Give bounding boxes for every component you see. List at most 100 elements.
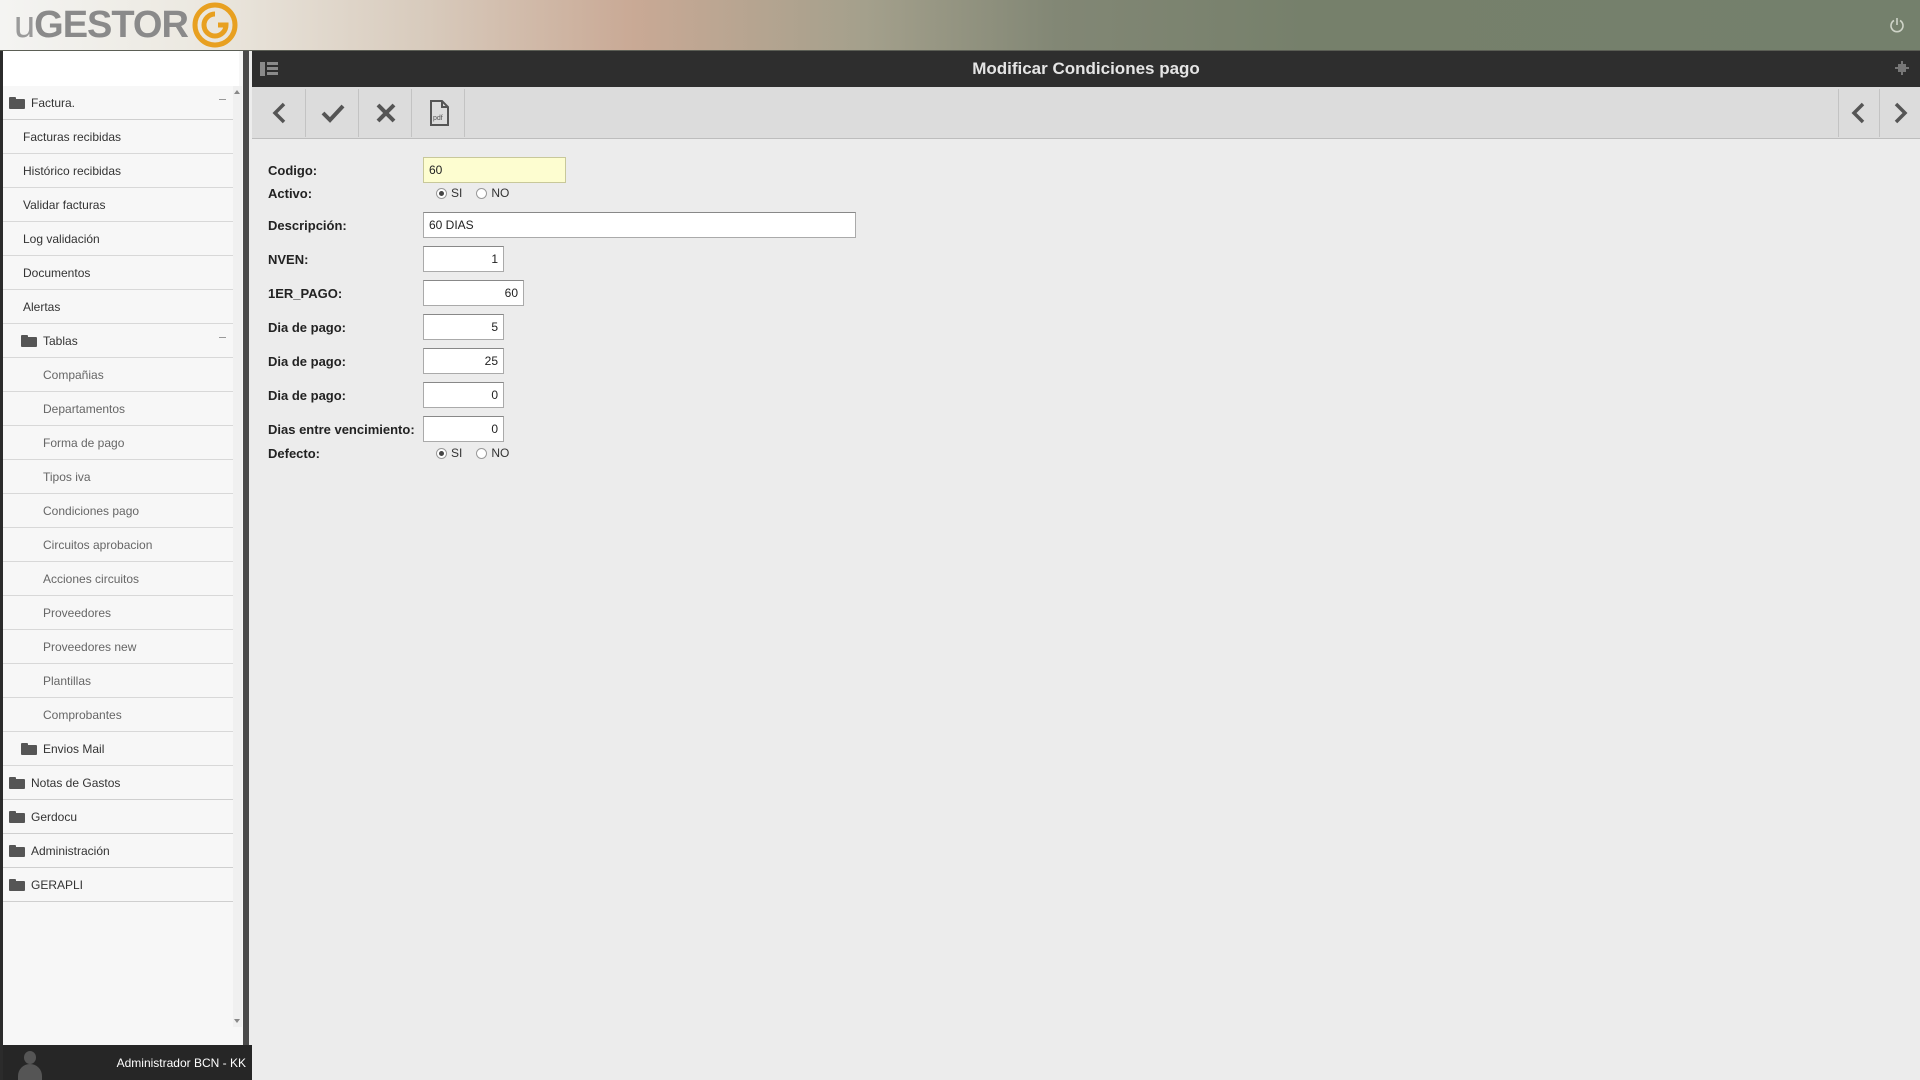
collapse-icon[interactable]: [219, 99, 226, 100]
sidebar-item-proveedores-new[interactable]: Proveedores new: [3, 630, 236, 664]
dias-entre-field[interactable]: [423, 416, 504, 442]
sidebar-item-companias[interactable]: Compañias: [3, 358, 236, 392]
sidebar-header: [3, 51, 239, 86]
cancel-button[interactable]: [360, 89, 412, 137]
codigo-field[interactable]: [423, 157, 566, 183]
folder-icon: [9, 878, 25, 891]
primer-pago-field[interactable]: [423, 280, 524, 306]
sidebar-item-factura[interactable]: Factura.: [3, 86, 236, 120]
close-icon: [376, 103, 395, 123]
dia-pago-3-label: Dia de pago:: [268, 387, 347, 403]
sidebar-item-acciones-circuitos[interactable]: Acciones circuitos: [3, 562, 236, 596]
sidebar-item-proveedores[interactable]: Proveedores: [3, 596, 236, 630]
activo-si-label: SI: [451, 186, 463, 200]
dia-pago-1-label: Dia de pago:: [268, 319, 347, 335]
collapse-icon[interactable]: [219, 337, 226, 338]
sidebar-item-label: Forma de pago: [43, 435, 125, 450]
prev-record-button[interactable]: [1838, 89, 1880, 137]
next-record-button[interactable]: [1880, 89, 1920, 137]
sidebar-item-circuitos-aprobacion[interactable]: Circuitos aprobacion: [3, 528, 236, 562]
sidebar-item-label: Comprobantes: [43, 707, 122, 722]
page-title: Modificar Condiciones pago: [972, 59, 1200, 78]
sidebar-item-label: Compañias: [43, 367, 104, 382]
sidebar-item-notas-de-gastos[interactable]: Notas de Gastos: [3, 766, 236, 800]
chevron-left-icon: [1851, 102, 1865, 124]
pdf-button[interactable]: pdf: [413, 89, 465, 137]
sidebar-item-gerdocu[interactable]: Gerdocu: [3, 800, 236, 834]
sidebar-item-label: Acciones circuitos: [43, 571, 140, 586]
sidebar-item-label: Validar facturas: [23, 197, 106, 212]
dias-entre-label: Dias entre vencimiento:: [268, 421, 415, 437]
sidebar-item-tipos-iva[interactable]: Tipos iva: [3, 460, 236, 494]
sidebar-item-label: Tipos iva: [43, 469, 91, 484]
scroll-up-icon[interactable]: [234, 90, 240, 94]
sidebar-item-departamentos[interactable]: Departamentos: [3, 392, 236, 426]
defecto-radio-group: SI NO: [436, 446, 523, 460]
power-icon[interactable]: [1886, 14, 1908, 36]
sidebar-item-historico-recibidas[interactable]: Histórico recibidas: [3, 154, 236, 188]
defecto-label: Defecto:: [268, 445, 321, 461]
sidebar-item-condiciones-pago[interactable]: Condiciones pago: [3, 494, 236, 528]
logo-mark-icon: [192, 2, 238, 48]
sidebar-item-label: Facturas recibidas: [23, 129, 122, 144]
activo-si-radio[interactable]: [436, 187, 447, 199]
menu-toggle-icon[interactable]: [260, 61, 278, 77]
folder-icon: [21, 334, 37, 347]
sidebar-item-alertas[interactable]: Alertas: [3, 290, 236, 324]
activo-no-radio[interactable]: [476, 187, 488, 199]
dia-pago-1-field[interactable]: [423, 314, 504, 340]
folder-icon: [9, 844, 25, 857]
sidebar-item-label: Administración: [31, 843, 110, 858]
sidebar-item-label: Notas de Gastos: [31, 775, 121, 790]
sidebar-item-label: Factura.: [31, 95, 76, 110]
activo-label: Activo:: [268, 185, 313, 201]
dia-pago-2-field[interactable]: [423, 348, 504, 374]
sidebar: Factura. Facturas recibidas Histórico reci…: [3, 51, 249, 1045]
dia-pago-3-field[interactable]: [423, 382, 504, 408]
sidebar-item-label: Plantillas: [43, 673, 92, 688]
back-button[interactable]: [254, 89, 306, 137]
toolbar: pdf: [252, 87, 1920, 139]
app-logo[interactable]: uGESTOR: [14, 2, 238, 48]
sidebar-item-label: Alertas: [23, 299, 61, 314]
sidebar-item-administracion[interactable]: Administración: [3, 834, 236, 868]
scroll-down-icon[interactable]: [234, 1019, 240, 1023]
sidebar-item-validar-facturas[interactable]: Validar facturas: [3, 188, 236, 222]
sidebar-item-label: Log validación: [23, 231, 100, 246]
defecto-si-label: SI: [451, 446, 463, 460]
user-bar[interactable]: Administrador BCN - KK: [3, 1045, 252, 1080]
settings-icon[interactable]: [1894, 61, 1910, 77]
sidebar-scrollbar-vertical[interactable]: [233, 86, 242, 1027]
payment-conditions-form: Codigo: Activo: SI NO Descripción: NVEN:…: [252, 139, 1920, 1080]
sidebar-item-log-validacion[interactable]: Log validación: [3, 222, 236, 256]
sidebar-item-comprobantes[interactable]: Comprobantes: [3, 698, 236, 732]
folder-icon: [9, 96, 25, 109]
sidebar-item-facturas-recibidas[interactable]: Facturas recibidas: [3, 120, 236, 154]
defecto-no-radio[interactable]: [476, 447, 488, 459]
activo-radio-group: SI NO: [436, 186, 523, 200]
primer-pago-label: 1ER_PAGO:: [268, 285, 343, 301]
pdf-icon-text: pdf: [433, 115, 443, 122]
folder-icon: [21, 742, 37, 755]
dia-pago-2-label: Dia de pago:: [268, 353, 347, 369]
title-bar: Modificar Condiciones pago: [252, 51, 1920, 87]
pdf-document-icon: pdf: [429, 100, 449, 126]
sidebar-item-gerapli[interactable]: GERAPLI: [3, 868, 236, 902]
sidebar-item-label: Documentos: [23, 265, 91, 280]
chevron-right-icon: [1894, 102, 1908, 124]
codigo-label: Codigo:: [268, 162, 318, 178]
sidebar-item-forma-de-pago[interactable]: Forma de pago: [3, 426, 236, 460]
sidebar-item-label: Histórico recibidas: [23, 163, 122, 178]
sidebar-item-plantillas[interactable]: Plantillas: [3, 664, 236, 698]
descripcion-field[interactable]: [423, 212, 856, 238]
nven-label: NVEN:: [268, 251, 309, 267]
sidebar-item-tablas[interactable]: Tablas: [3, 324, 236, 358]
nven-field[interactable]: [423, 246, 504, 272]
sidebar-item-documentos[interactable]: Documentos: [3, 256, 236, 290]
activo-no-label: NO: [491, 186, 510, 200]
save-button[interactable]: [307, 89, 359, 137]
defecto-si-radio[interactable]: [436, 447, 447, 459]
sidebar-item-label: Proveedores new: [43, 639, 137, 654]
sidebar-item-label: Circuitos aprobacion: [43, 537, 153, 552]
sidebar-item-envios-mail[interactable]: Envios Mail: [3, 732, 236, 766]
